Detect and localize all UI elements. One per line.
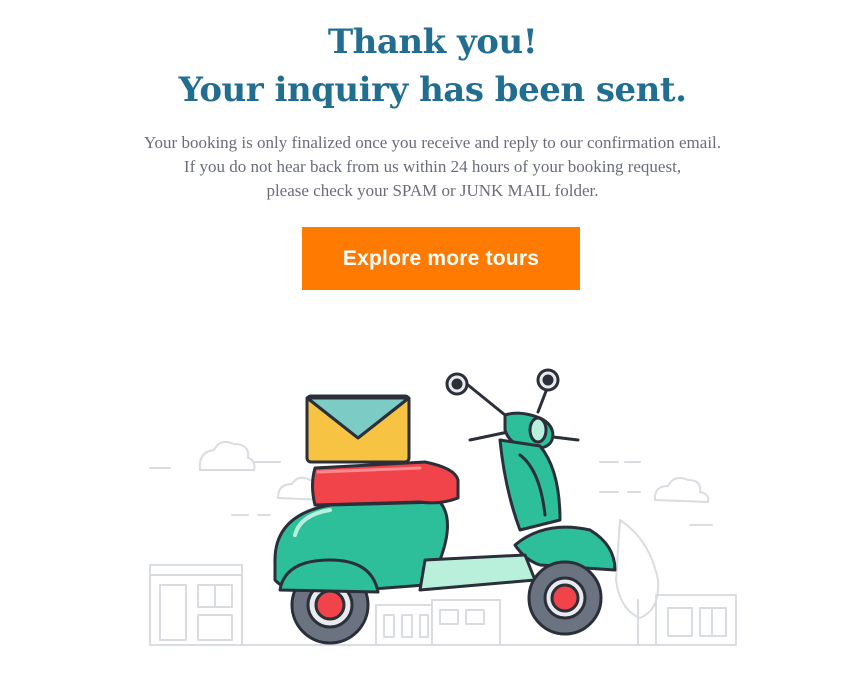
scooter (273, 368, 617, 645)
thank-you-page: Thank you! Your inquiry has been sent. Y… (0, 0, 865, 690)
scooter-with-envelope-icon (149, 368, 737, 646)
